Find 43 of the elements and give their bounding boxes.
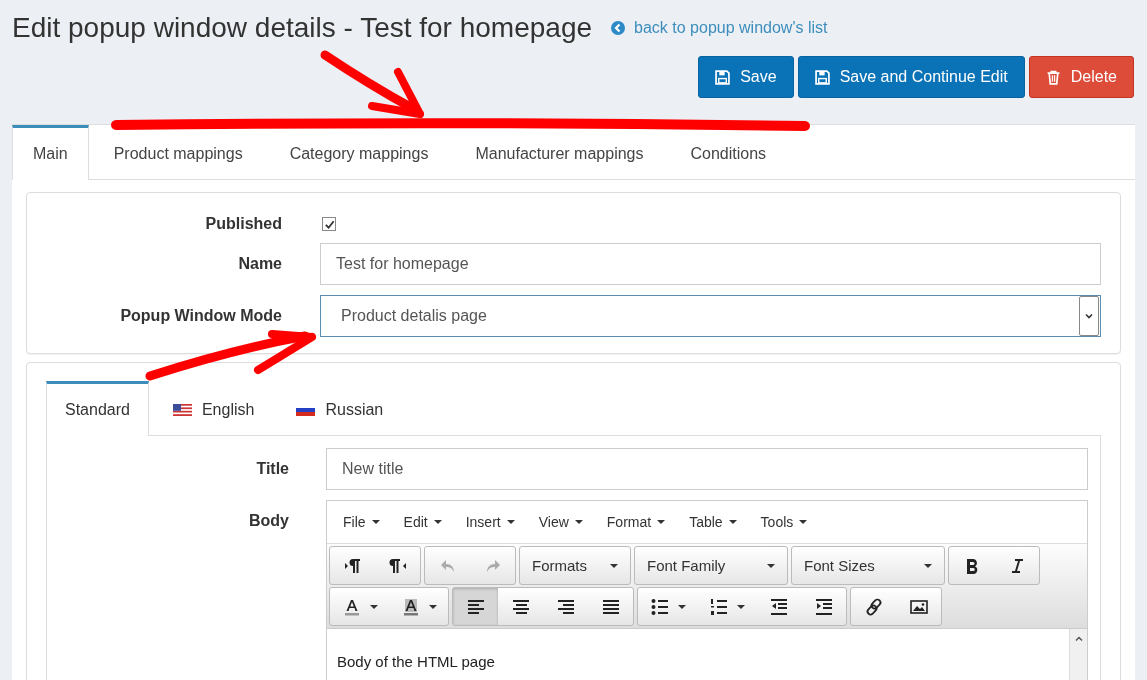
tab[interactable]: Product mappings [91,125,265,179]
numbered-list-icon [708,596,729,617]
delete-button[interactable]: Delete [1028,56,1134,98]
chevron-down-icon [1084,311,1094,321]
indent-icon [813,596,834,617]
menu-item[interactable]: Insert [455,514,525,530]
menu-item[interactable]: Table [679,514,747,530]
toolbar-dropdown[interactable]: Font Family [635,547,787,584]
body-text: Body of the HTML page [337,653,495,670]
menu-item[interactable]: Tools [750,514,818,530]
chevron-up-icon [1073,634,1084,644]
language-tab[interactable]: Russian [278,381,402,435]
field-label: Body [248,511,290,530]
title-input[interactable]: New title [326,448,1088,490]
toolbar-dropdown[interactable]: Formats [520,547,630,584]
field-label: Title [255,460,290,478]
menu-item[interactable]: Edit [393,514,452,530]
tab[interactable]: Manufacturer mappings [453,125,666,179]
tab[interactable]: Conditions [668,125,789,179]
tab[interactable]: Category mappings [267,125,451,179]
page-title: Edit popup window details - Test for homepage [12,12,593,44]
language-tab[interactable]: Standard [46,381,149,436]
menu-item[interactable]: Format [596,514,676,530]
field-label: Published [204,215,283,233]
toolbar-dropdown[interactable]: Font Sizes [792,547,944,584]
outdent-icon [768,596,789,617]
tab[interactable]: Main [12,125,89,180]
save-button[interactable]: Save [698,56,794,98]
save-button[interactable]: Save and Continue Edit [797,56,1025,98]
trash-icon [1045,69,1061,85]
field-label: Name [237,255,283,273]
link-icon [863,596,884,617]
scrollbar[interactable] [1069,629,1087,680]
menu-item[interactable]: View [528,514,593,530]
language-tab[interactable]: English [154,381,273,435]
field-label: Popup Window Mode [119,307,283,325]
flag-icon [172,403,192,416]
mode-select[interactable]: Product detalis page [320,295,1101,337]
name-input[interactable]: Test for homepage [320,243,1101,285]
alignleft-button[interactable] [453,588,498,625]
menu-item[interactable]: File [333,514,390,530]
bullet-list-icon [649,596,670,617]
published-checkbox[interactable] [322,217,336,231]
